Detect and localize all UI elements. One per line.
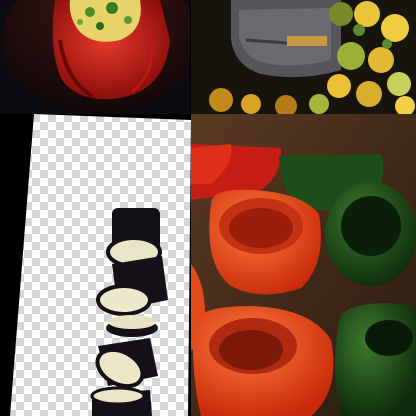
stuffed-pepper-image xyxy=(0,0,190,114)
eggplant-slices-image xyxy=(0,114,191,416)
roasted-vegetables-image xyxy=(191,0,416,114)
photo-collage xyxy=(0,0,416,416)
bell-peppers-image xyxy=(191,114,416,416)
roasted-vegetables-photo xyxy=(191,0,416,114)
bell-peppers-photo xyxy=(191,114,416,416)
stuffed-pepper-photo xyxy=(0,0,190,114)
eggplant-slices-photo xyxy=(0,114,191,416)
